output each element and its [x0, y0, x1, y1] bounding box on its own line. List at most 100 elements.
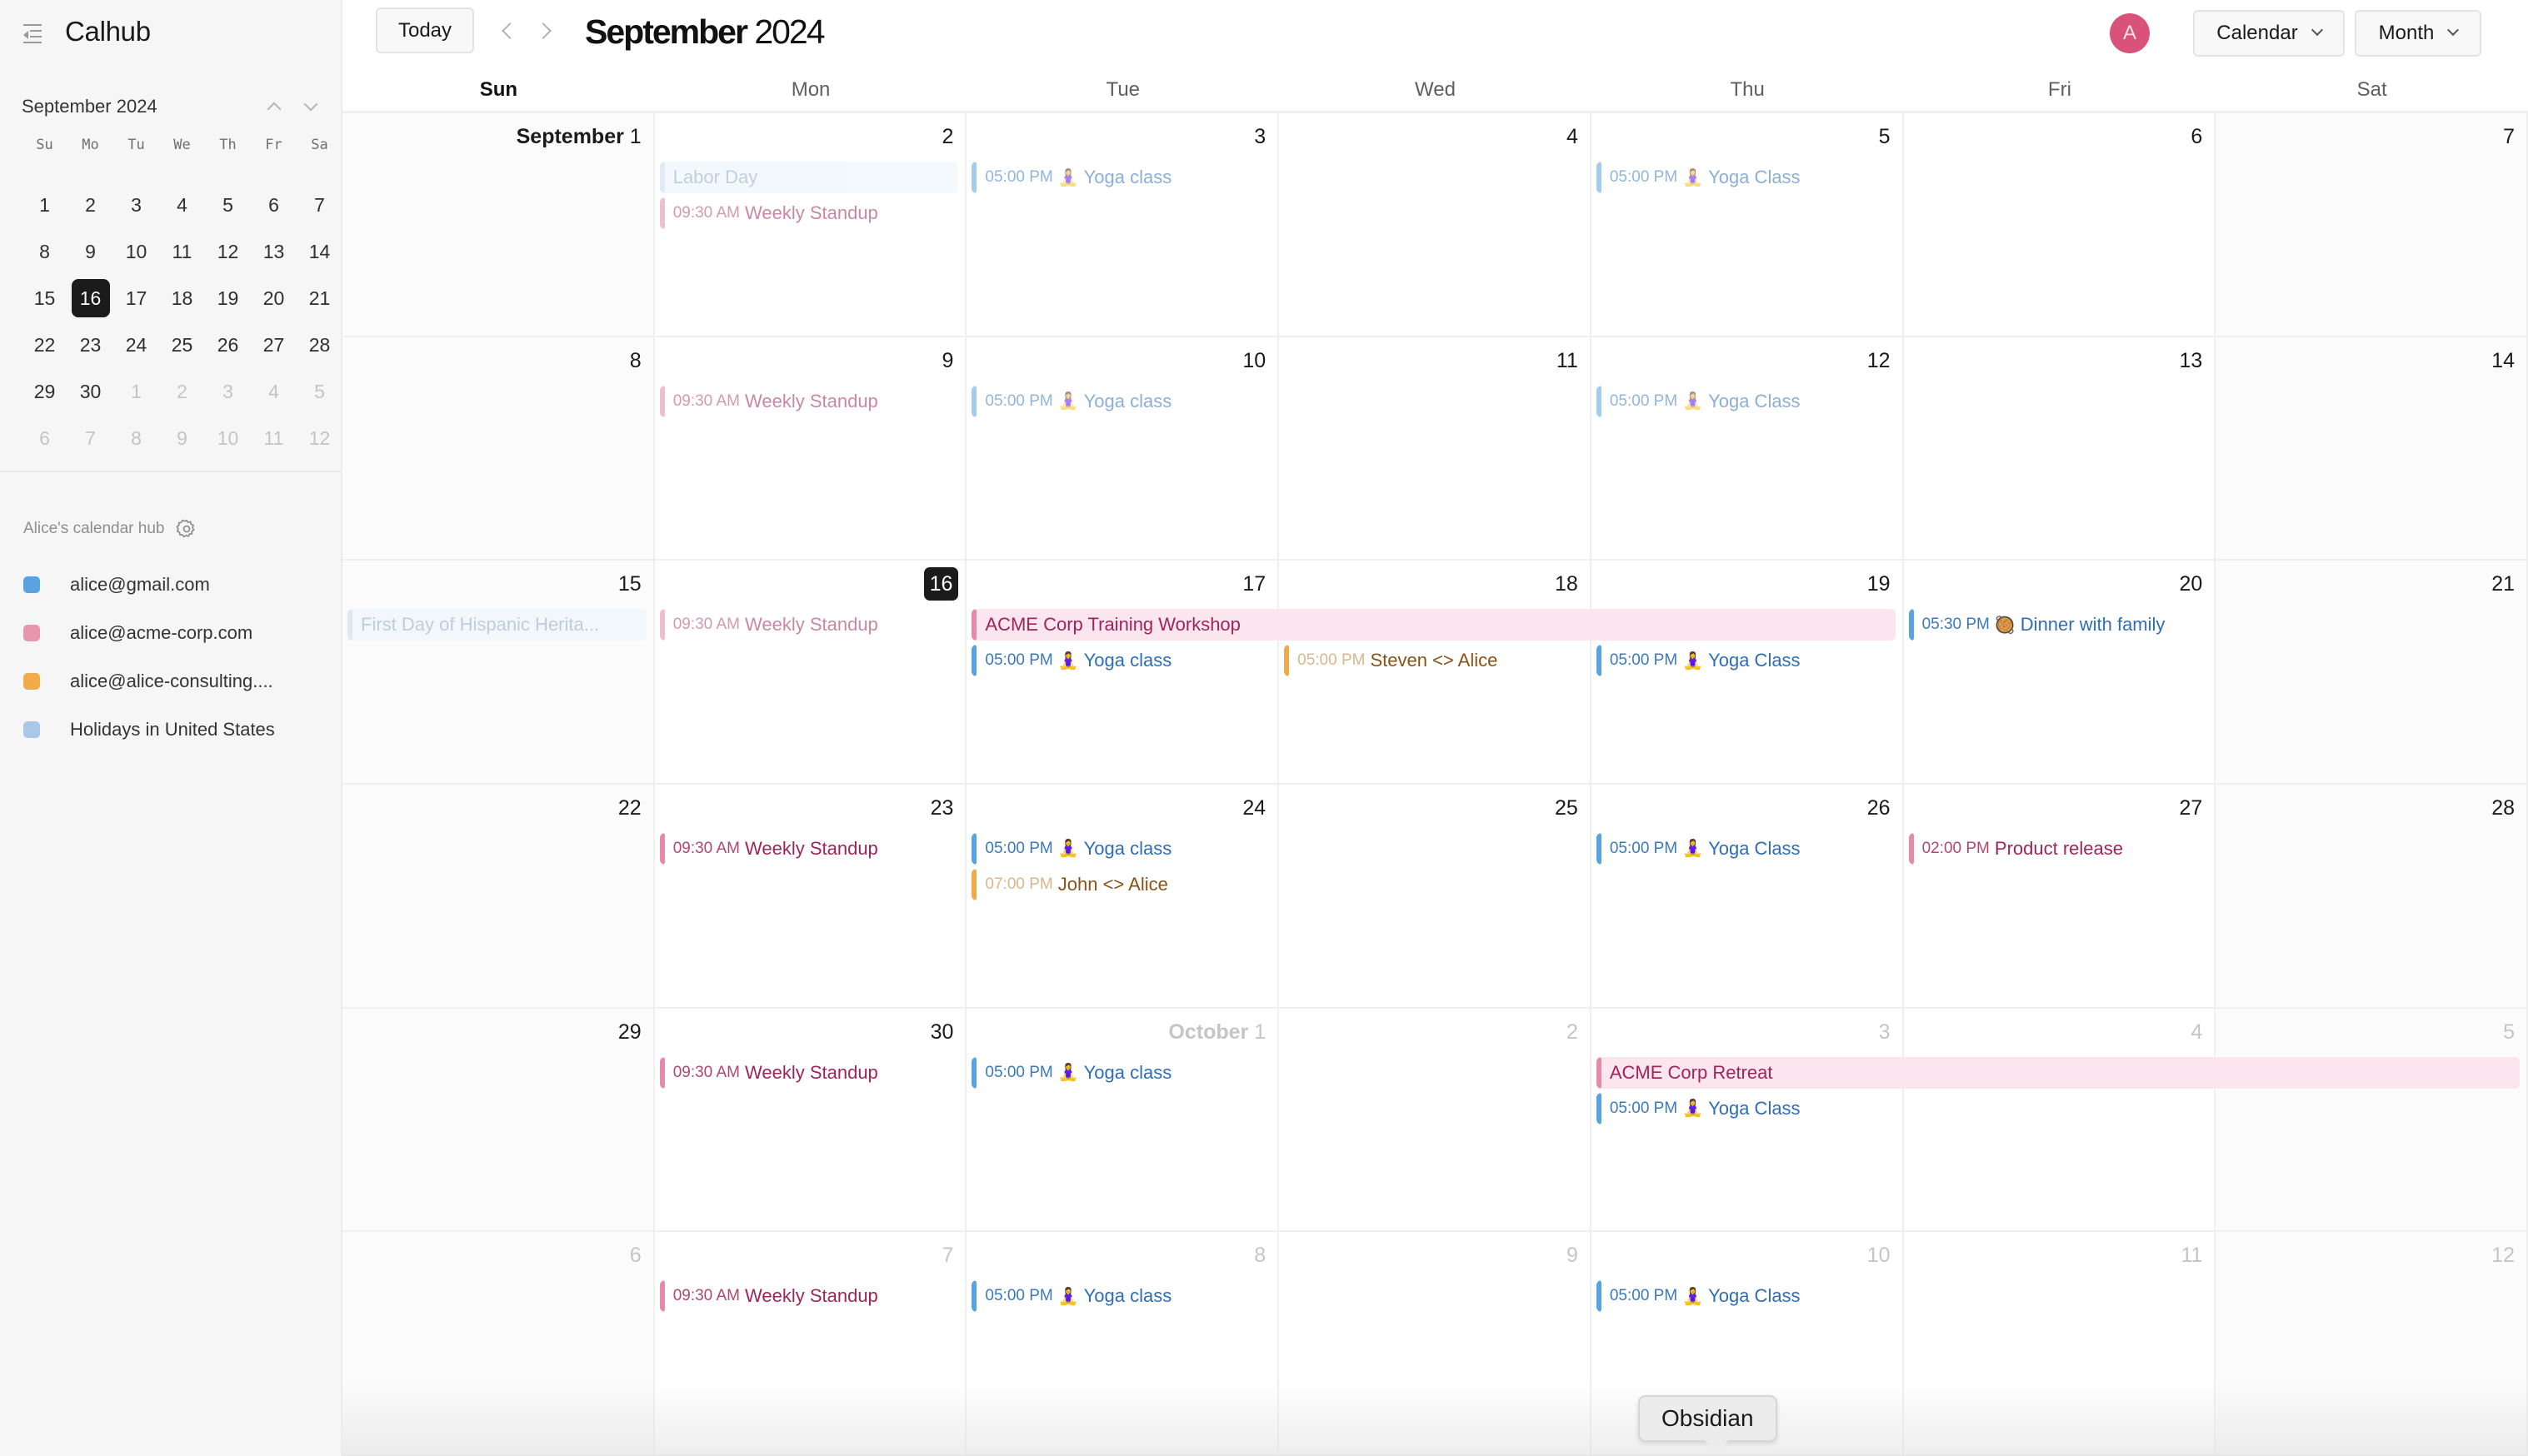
day-cell[interactable]: 6	[342, 1232, 655, 1454]
calendar-list-item[interactable]: Holidays in United States	[23, 706, 332, 754]
calendar-list-item[interactable]: alice@alice-consulting....	[23, 657, 332, 706]
calendar-list-item[interactable]: alice@acme-corp.com	[23, 609, 332, 657]
event-timed[interactable]: 05:00 PM 🧘‍♀️ Yoga Class	[1596, 1092, 1896, 1124]
event-timed[interactable]: 09:30 AM Weekly Standup	[659, 832, 959, 865]
mini-calendar-prev-icon[interactable]	[265, 97, 283, 116]
mini-calendar-day[interactable]: 4	[159, 182, 205, 228]
day-cell[interactable]: 7	[2216, 113, 2528, 336]
mini-calendar-day[interactable]: 28	[297, 322, 342, 368]
event-timed[interactable]: 05:00 PM 🧘‍♀️ Yoga Class	[1596, 645, 1896, 677]
event-timed[interactable]: 05:00 PM 🧘‍♀️ Yoga Class	[1596, 832, 1896, 865]
day-cell[interactable]: 3	[967, 113, 1280, 336]
mini-calendar-day[interactable]: 25	[159, 322, 205, 368]
view-select[interactable]: Month	[2355, 10, 2481, 57]
mini-calendar-day[interactable]: 8	[22, 228, 67, 275]
day-cell[interactable]: 22	[342, 784, 655, 1007]
event-timed[interactable]: 05:00 PM 🧘‍♀️ Yoga Class	[1596, 162, 1896, 193]
previous-month-icon[interactable]	[497, 15, 518, 45]
day-cell[interactable]: 21	[2216, 561, 2528, 783]
event-timed[interactable]: 09:30 AM Weekly Standup	[659, 1280, 959, 1313]
mini-calendar-day[interactable]: 23	[67, 322, 113, 368]
today-button[interactable]: Today	[376, 7, 474, 53]
mini-calendar-day[interactable]: 24	[113, 322, 159, 368]
day-cell[interactable]: 23	[655, 784, 967, 1007]
event-timed[interactable]: 05:00 PM 🧘‍♀️ Yoga Class	[1596, 1280, 1896, 1313]
mini-calendar-day-today[interactable]: 16	[67, 275, 113, 322]
event-timed[interactable]: 05:00 PM 🧘‍♀️ Yoga class	[972, 832, 1271, 865]
mini-calendar-day[interactable]: 3	[205, 368, 251, 415]
event-allday[interactable]: Labor Day	[659, 162, 959, 193]
day-cell[interactable]: 10	[967, 337, 1280, 560]
event-timed[interactable]: 09:30 AM Weekly Standup	[659, 197, 959, 229]
mini-calendar-day[interactable]: 26	[205, 322, 251, 368]
event-timed[interactable]: 09:30 AM Weekly Standup	[659, 1056, 959, 1089]
calendar-list-item[interactable]: alice@gmail.com	[23, 561, 332, 609]
mini-calendar-day[interactable]: 11	[159, 228, 205, 275]
calendar-color-swatch[interactable]	[23, 673, 40, 690]
mini-calendar-day[interactable]: 12	[205, 228, 251, 275]
day-cell[interactable]: 29	[342, 1008, 655, 1231]
mini-calendar-day[interactable]: 27	[251, 322, 297, 368]
event-timed[interactable]: 02:00 PM Product release	[1908, 832, 2208, 865]
day-cell[interactable]: 9	[655, 337, 967, 560]
event-allday[interactable]: ACME Corp Training Workshop	[972, 609, 1896, 641]
day-cell[interactable]: 30	[655, 1008, 967, 1231]
mini-calendar-day[interactable]: 1	[113, 368, 159, 415]
mini-calendar-day[interactable]: 2	[159, 368, 205, 415]
day-cell[interactable]: 4	[1904, 1008, 2216, 1231]
event-timed[interactable]: 05:00 PM 🧘‍♀️ Yoga class	[972, 1280, 1271, 1313]
day-cell[interactable]: 27	[1904, 784, 2216, 1007]
event-timed[interactable]: 05:00 PM 🧘‍♀️ Yoga class	[972, 1056, 1271, 1089]
event-timed[interactable]: 05:00 PM 🧘‍♀️ Yoga class	[972, 645, 1271, 677]
mini-calendar-day[interactable]: 5	[205, 182, 251, 228]
mini-calendar-day[interactable]: 7	[297, 182, 342, 228]
event-timed[interactable]: 09:30 AM Weekly Standup	[659, 609, 959, 641]
mini-calendar-day[interactable]: 9	[159, 415, 205, 461]
mini-calendar-day[interactable]: 1	[22, 182, 67, 228]
mini-calendar-day[interactable]: 8	[113, 415, 159, 461]
mini-calendar-day[interactable]: 15	[22, 275, 67, 322]
day-cell[interactable]: 11	[1904, 1232, 2216, 1454]
event-timed[interactable]: 05:30 PM 🥘 Dinner with family	[1908, 609, 2208, 641]
day-cell[interactable]: 26	[1591, 784, 1904, 1007]
mini-calendar-day[interactable]: 18	[159, 275, 205, 322]
day-cell[interactable]: 11	[1279, 337, 1591, 560]
day-cell[interactable]: 2	[1279, 1008, 1591, 1231]
mini-calendar-day[interactable]: 30	[67, 368, 113, 415]
event-timed[interactable]: 07:00 PM John <> Alice	[972, 868, 1271, 900]
day-cell[interactable]: 12	[2216, 1232, 2528, 1454]
day-cell[interactable]: 4	[1279, 113, 1591, 336]
mini-calendar-day[interactable]: 9	[67, 228, 113, 275]
mini-calendar-day[interactable]: 22	[22, 322, 67, 368]
day-cell[interactable]: 12	[1591, 337, 1904, 560]
day-cell[interactable]: 20	[1904, 561, 2216, 783]
mini-calendar-day[interactable]: 29	[22, 368, 67, 415]
mini-calendar-day[interactable]: 6	[22, 415, 67, 461]
gear-icon[interactable]	[176, 518, 197, 540]
day-cell[interactable]: 8	[342, 337, 655, 560]
mini-calendar-day[interactable]: 19	[205, 275, 251, 322]
mini-calendar-day[interactable]: 3	[113, 182, 159, 228]
mini-calendar-day[interactable]: 10	[113, 228, 159, 275]
event-timed[interactable]: 05:00 PM 🧘‍♀️ Yoga Class	[1596, 385, 1896, 417]
next-month-icon[interactable]	[535, 15, 557, 45]
mini-calendar-day[interactable]: 20	[251, 275, 297, 322]
event-allday[interactable]: First Day of Hispanic Herita...	[347, 609, 647, 641]
event-allday[interactable]: ACME Corp Retreat	[1596, 1056, 2520, 1089]
mini-calendar-day[interactable]: 6	[251, 182, 297, 228]
calendar-color-swatch[interactable]	[23, 576, 40, 593]
day-cell[interactable]: 6	[1904, 113, 2216, 336]
mini-calendar-day[interactable]: 13	[251, 228, 297, 275]
day-cell[interactable]: 5	[1591, 113, 1904, 336]
day-cell[interactable]: October 1	[967, 1008, 1280, 1231]
day-cell[interactable]: 7	[655, 1232, 967, 1454]
day-cell[interactable]: 8	[967, 1232, 1280, 1454]
mini-calendar-day[interactable]: 4	[251, 368, 297, 415]
collapse-sidebar-icon[interactable]	[23, 22, 43, 43]
mini-calendar-day[interactable]: 17	[113, 275, 159, 322]
event-timed[interactable]: 09:30 AM Weekly Standup	[659, 385, 959, 417]
avatar[interactable]: A	[2110, 13, 2150, 53]
mini-calendar-day[interactable]: 14	[297, 228, 342, 275]
day-cell[interactable]: 14	[2216, 337, 2528, 560]
calendar-color-swatch[interactable]	[23, 721, 40, 738]
